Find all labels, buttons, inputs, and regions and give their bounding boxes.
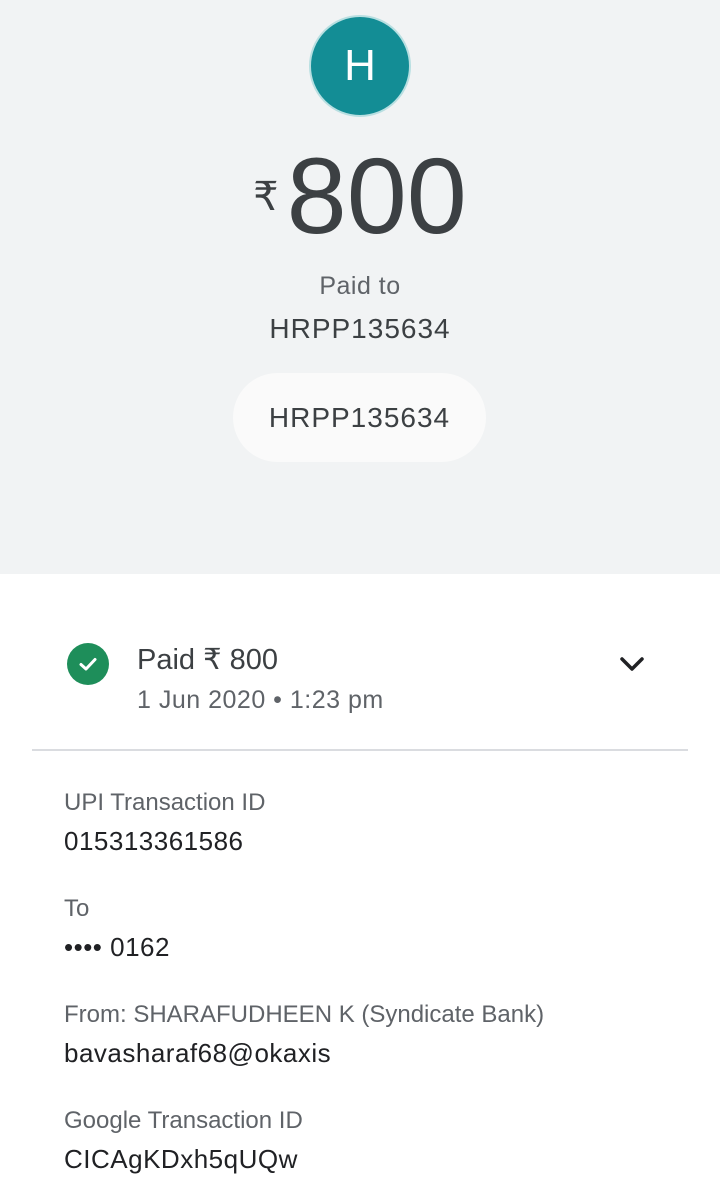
payee-chip-label: HRPP135634: [268, 401, 451, 433]
status-date: 1 Jun 2020 • 1:23 pm: [137, 686, 384, 714]
avatar-letter: H: [344, 41, 376, 90]
detail-google-transaction-id: Google Transaction ID CICAgKDxh5qUQw: [64, 1107, 303, 1175]
detail-label: To: [64, 895, 90, 922]
detail-value: 015313361586: [64, 826, 244, 856]
amount-display: ₹ 800: [0, 140, 720, 252]
paid-to-label: Paid to: [319, 272, 401, 300]
chevron-down-icon[interactable]: [616, 648, 648, 680]
detail-label: Google Transaction ID: [64, 1107, 303, 1134]
rupee-icon: ₹: [253, 175, 279, 219]
detail-label: From: SHARAFUDHEEN K (Syndicate Bank): [64, 1001, 545, 1028]
detail-from: From: SHARAFUDHEEN K (Syndicate Bank) ba…: [64, 1001, 544, 1069]
payment-header: H ₹ 800 Paid to HRPP135634 HRPP135634: [0, 0, 720, 574]
payee-chip-button[interactable]: HRPP135634: [233, 373, 486, 462]
payee-name: HRPP135634: [269, 313, 451, 344]
detail-label: UPI Transaction ID: [64, 789, 266, 816]
detail-value: bavasharaf68@okaxis: [64, 1038, 332, 1068]
check-circle-icon: [67, 643, 109, 685]
detail-value: •••• 0162: [64, 932, 170, 962]
payment-status-row[interactable]: Paid ₹ 800 1 Jun 2020 • 1:23 pm: [0, 640, 720, 720]
detail-to: To •••• 0162: [64, 895, 170, 963]
divider: [32, 749, 688, 751]
payment-amount: 800: [286, 135, 467, 256]
avatar: H: [309, 15, 411, 117]
detail-value: CICAgKDxh5qUQw: [64, 1144, 298, 1174]
status-title: Paid ₹ 800: [137, 644, 278, 676]
detail-upi-transaction-id: UPI Transaction ID 015313361586: [64, 789, 265, 857]
